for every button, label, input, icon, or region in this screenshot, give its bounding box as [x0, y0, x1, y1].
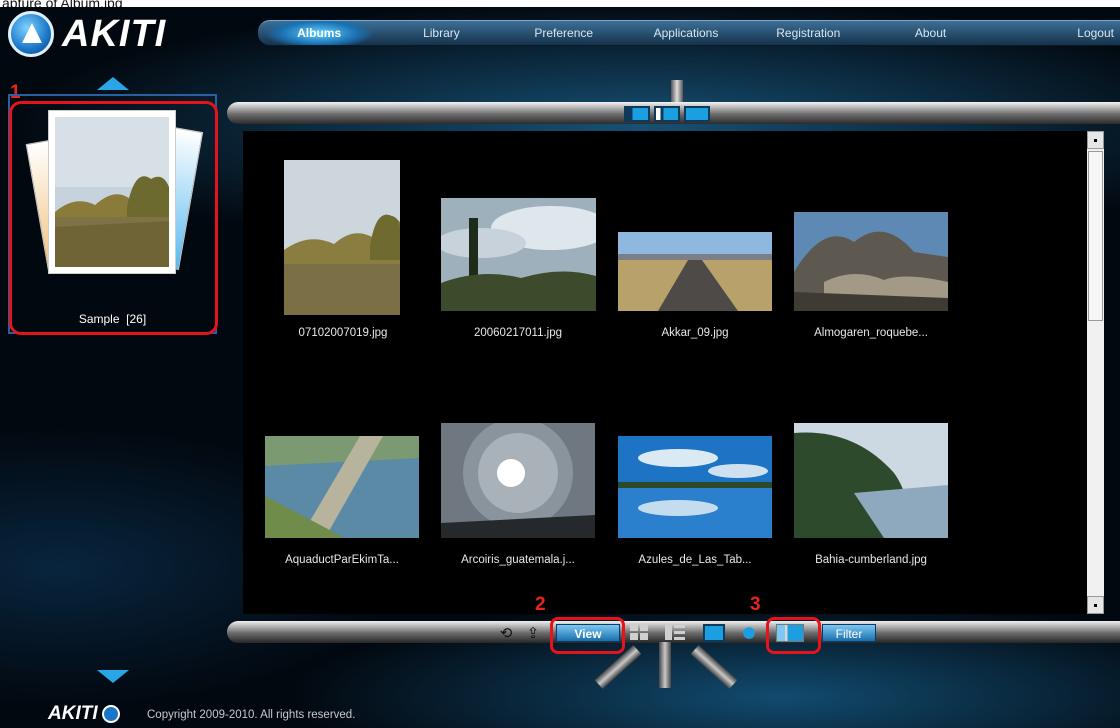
layout-switcher: [624, 106, 710, 122]
thumbnail-aquaduct[interactable]: [265, 436, 419, 538]
layout-left-pane-icon[interactable]: [624, 106, 650, 122]
layout-full-pane-icon[interactable]: [684, 106, 710, 122]
akitio-logo-icon: [8, 11, 54, 57]
copyright-text: Copyright 2009-2010. All rights reserved…: [147, 709, 356, 721]
thumbnail-label: Azules_de_Las_Tab...: [638, 554, 752, 566]
upload-icon[interactable]: ⇪: [524, 624, 542, 642]
album-scroll-down-icon[interactable]: [97, 670, 129, 683]
lake-reflection-photo: [618, 436, 772, 538]
grid-view-icon[interactable]: [630, 624, 650, 642]
rocky-hill-photo: [794, 212, 948, 311]
aqueduct-aerial-photo: [265, 436, 419, 538]
akitio-logo: AKITI: [8, 11, 167, 57]
nav-library[interactable]: Library: [380, 21, 502, 45]
thumbnail-label: AquaductParEkimTa...: [285, 554, 399, 566]
nav-registration[interactable]: Registration: [747, 21, 869, 45]
thumbnail-label: Arcoiris_guatemala.j...: [461, 554, 575, 566]
road-photo: [618, 232, 772, 311]
scroll-up-button[interactable]: [1087, 131, 1104, 149]
slideshow-icon[interactable]: [738, 624, 760, 642]
thumbnail-azules[interactable]: [618, 436, 772, 538]
main-nav: Albums Library Preference Applications R…: [258, 20, 1120, 46]
thumbnail-20060217011[interactable]: [436, 198, 611, 311]
nav-applications[interactable]: Applications: [625, 21, 747, 45]
thumbnail-label: Akkar_09.jpg: [661, 327, 729, 339]
thumbnail-arcoiris[interactable]: [441, 418, 595, 538]
scroll-thumb[interactable]: [1088, 151, 1103, 321]
nav-about[interactable]: About: [869, 21, 991, 45]
nav-albums[interactable]: Albums: [258, 21, 381, 45]
footer-logo: AKITI: [48, 703, 120, 725]
autumn-trees-photo: [284, 160, 400, 315]
thumbnail-bahia[interactable]: [794, 423, 948, 538]
panel-stand-center: [659, 642, 671, 688]
annotation-marker-2: 2: [535, 594, 546, 615]
list-view-icon[interactable]: [665, 624, 685, 642]
scroll-down-button[interactable]: [1087, 596, 1104, 614]
rotate-icon[interactable]: ⟲: [497, 624, 515, 642]
bay-cliff-photo: [794, 423, 948, 538]
thumbnail-scrollbar[interactable]: [1087, 131, 1104, 614]
thumbnail-almogaren[interactable]: [794, 212, 948, 311]
album-scroll-up-icon[interactable]: [97, 77, 129, 90]
thumbnail-label: Bahia-cumberland.jpg: [815, 554, 927, 566]
highlight-box-view: [550, 617, 625, 654]
highlight-box-sort: [766, 617, 821, 654]
panel-connector: [671, 80, 683, 102]
thumbnail-07102007019[interactable]: [284, 160, 400, 315]
single-view-icon[interactable]: [703, 624, 725, 642]
thumbnail-label: 07102007019.jpg: [298, 327, 388, 339]
filter-button[interactable]: Filter: [822, 624, 876, 642]
nav-logout[interactable]: Logout: [992, 21, 1120, 45]
annotation-marker-3: 3: [750, 594, 761, 615]
footer-logo-text: AKITI: [48, 703, 98, 724]
thumbnail-label: 20060217011.jpg: [473, 327, 563, 339]
logo-text: AKITI: [62, 12, 167, 55]
cypress-sky-photo: [436, 198, 611, 311]
footer-logo-icon: [101, 705, 120, 723]
sun-halo-photo: [441, 418, 595, 538]
thumbnail-akkar-09[interactable]: [618, 232, 772, 311]
thumbnail-label: Almogaren_roquebe...: [814, 327, 928, 339]
nav-preference[interactable]: Preference: [503, 21, 625, 45]
highlight-box-album: [9, 101, 218, 335]
layout-list-pane-icon[interactable]: [654, 106, 680, 122]
